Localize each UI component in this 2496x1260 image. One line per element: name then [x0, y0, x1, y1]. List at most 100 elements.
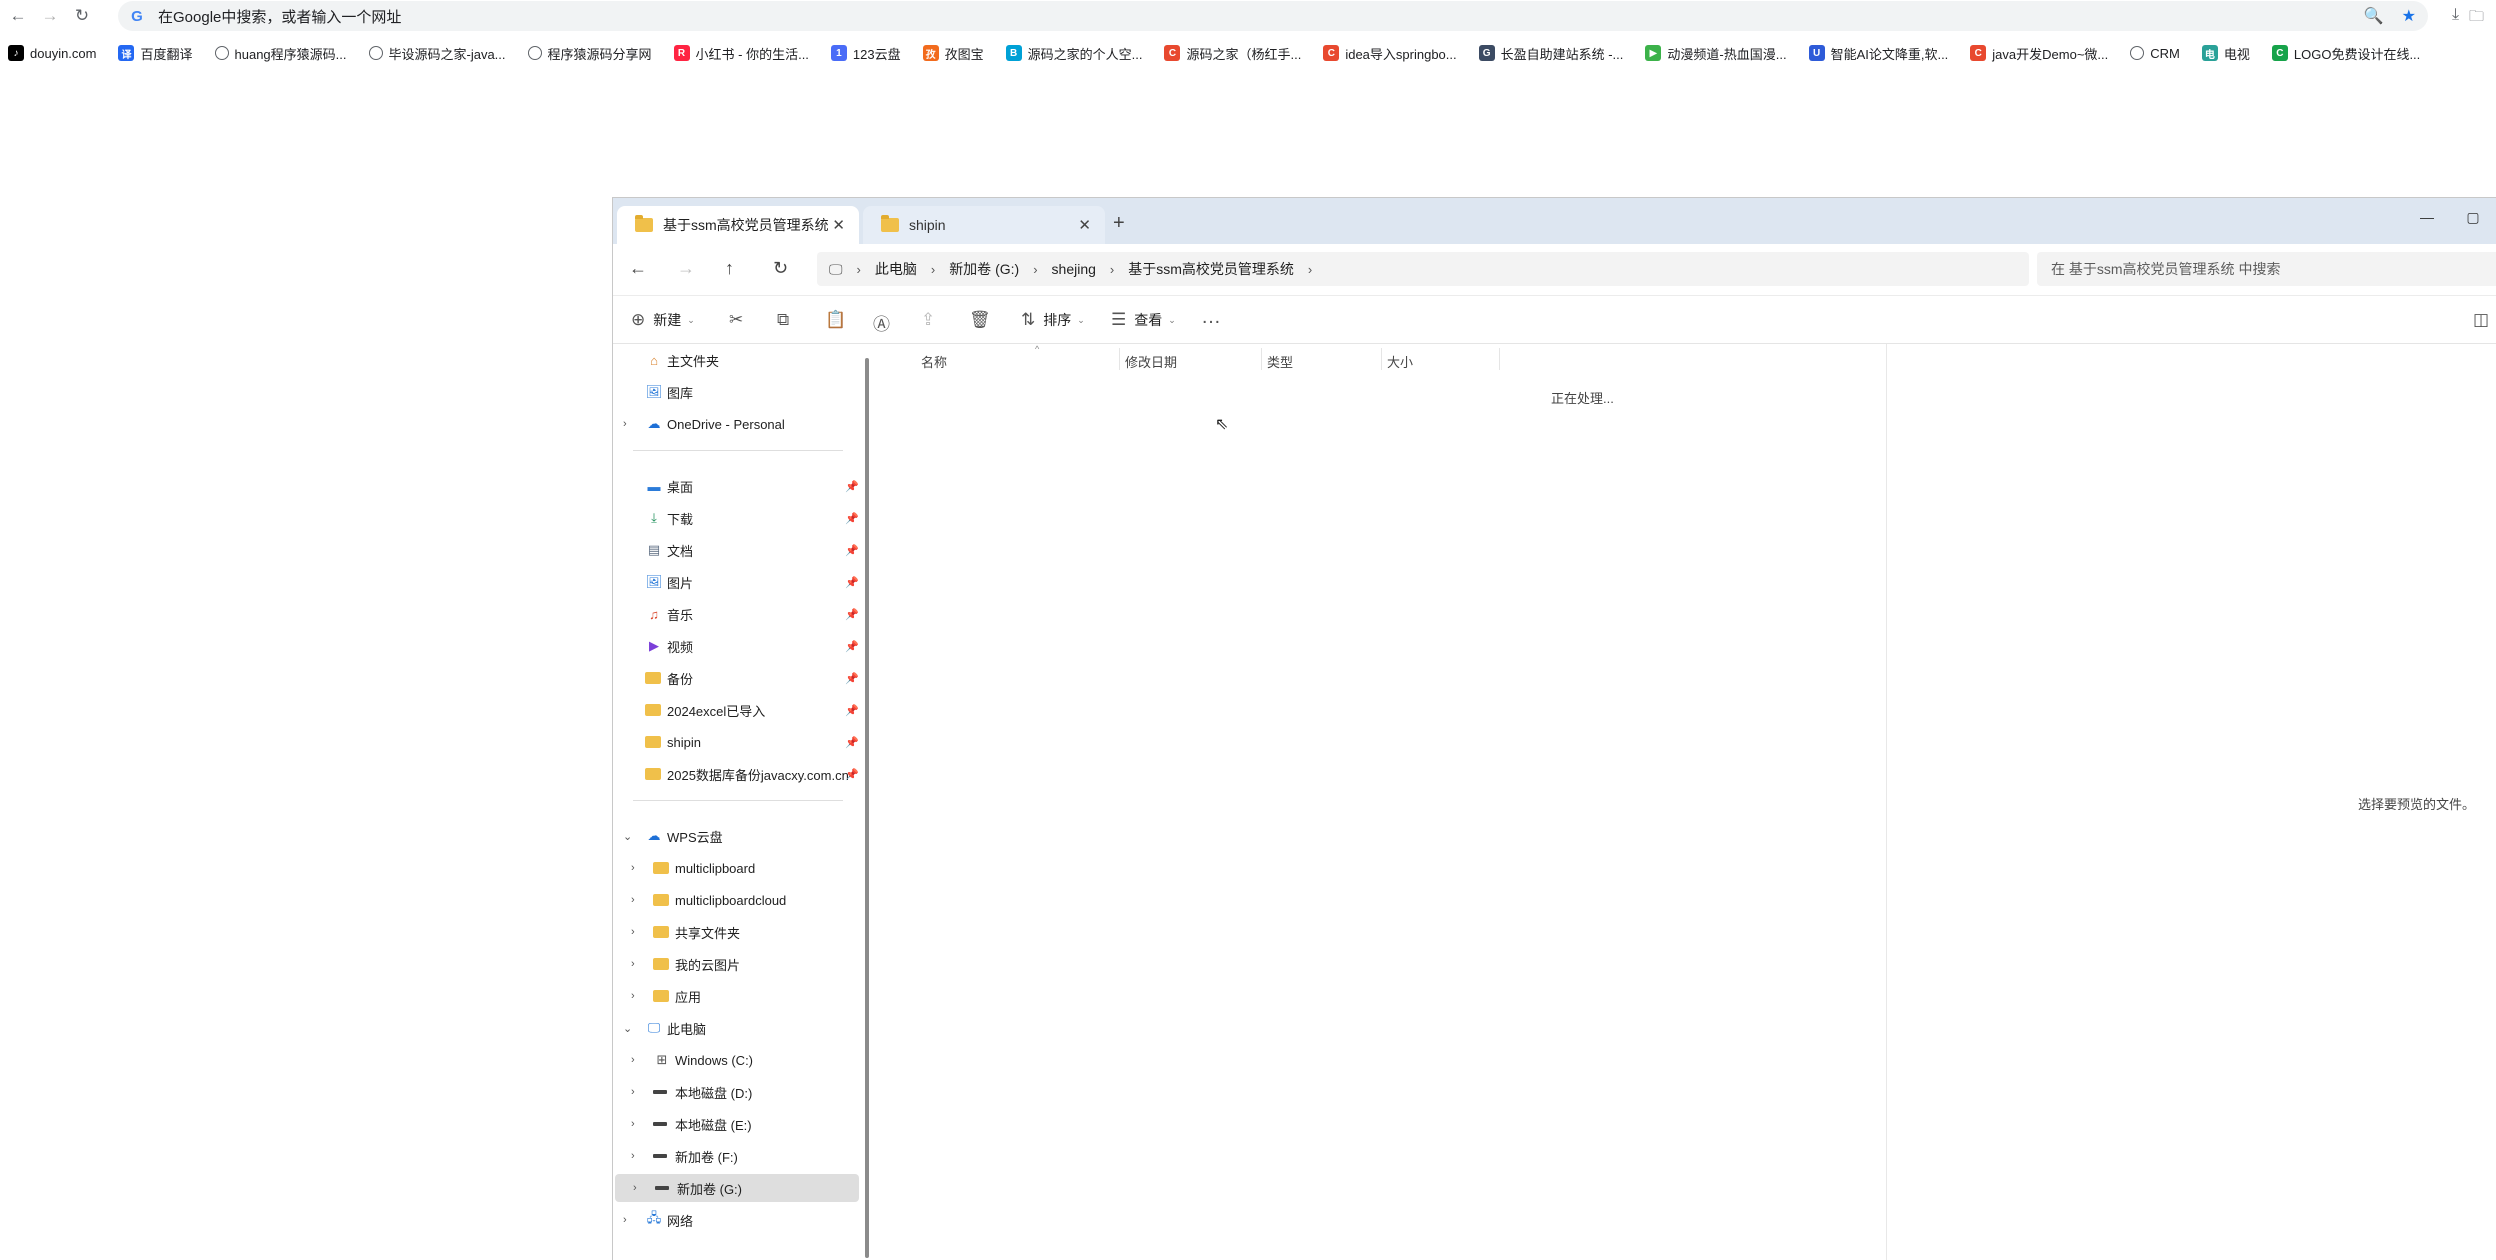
- bookmark-item[interactable]: ♪ douyin.com: [8, 45, 96, 61]
- column-divider[interactable]: [1499, 348, 1500, 370]
- column-divider[interactable]: [1261, 348, 1262, 370]
- chevron-right-icon[interactable]: ›: [623, 418, 627, 430]
- column-divider[interactable]: [1381, 348, 1382, 370]
- bookmark-item[interactable]: ▶ 动漫频道-热血国漫...: [1645, 44, 1787, 63]
- bookmark-item[interactable]: U 智能AI论文降重,软...: [1808, 44, 1948, 63]
- bookmark-item[interactable]: B 源码之家的个人空...: [1005, 44, 1142, 63]
- back-arrow-icon[interactable]: ←: [629, 258, 647, 279]
- up-arrow-icon[interactable]: ↑: [725, 258, 734, 279]
- reload-icon[interactable]: ↻: [68, 2, 96, 30]
- forward-arrow-icon[interactable]: →: [36, 2, 64, 30]
- rename-icon[interactable]: Ⓐ: [873, 310, 890, 335]
- maximize-icon[interactable]: ▢: [2450, 202, 2496, 232]
- refresh-icon[interactable]: ↻: [773, 258, 788, 279]
- chevron-right-icon[interactable]: ›: [631, 1118, 635, 1130]
- share-icon[interactable]: ⇪: [921, 310, 935, 330]
- chevron-right-icon[interactable]: ›: [1110, 262, 1114, 277]
- nav-item-home[interactable]: ⌂ 主文件夹: [613, 346, 859, 374]
- nav-item-quick-access[interactable]: ♫ 音乐 📌: [613, 600, 859, 628]
- bookmark-item[interactable]: C 源码之家（杨红手...: [1164, 44, 1301, 63]
- copy-icon[interactable]: ⧉: [777, 310, 789, 330]
- bookmark-item[interactable]: 程序猿源码分享网: [527, 44, 652, 63]
- bookmark-item[interactable]: G 长盈自助建站系统 -...: [1478, 44, 1623, 63]
- nav-item-quick-access[interactable]: ⤓ 下载 📌: [613, 504, 859, 532]
- forward-arrow-icon[interactable]: →: [677, 258, 695, 279]
- chevron-right-icon[interactable]: ›: [1033, 262, 1037, 277]
- column-header-size[interactable]: 大小: [1387, 352, 1413, 371]
- nav-item-network[interactable]: › 🖧 网络: [613, 1206, 859, 1234]
- nav-item-wps-folder[interactable]: › 我的云图片: [613, 950, 859, 978]
- nav-item-quick-access[interactable]: ▬ 桌面 📌: [613, 472, 860, 500]
- breadcrumb-drive-g[interactable]: 新加卷 (G:): [949, 259, 1019, 279]
- bookmark-item[interactable]: huang程序猿源码...: [214, 44, 347, 63]
- breadcrumb[interactable]: 🖵 › 此电脑 › 新加卷 (G:) › shejing › 基于ssm高校党员…: [817, 252, 2029, 286]
- tab-current-folder[interactable]: 基于ssm高校党员管理系统 ✕: [617, 206, 859, 244]
- nav-item-this-pc[interactable]: ⌄ 🖵 此电脑: [613, 1014, 859, 1042]
- bookmark-item[interactable]: Cjava开发Demo~微...: [1970, 44, 2108, 63]
- chevron-right-icon[interactable]: ›: [931, 262, 935, 277]
- nav-item-quick-access[interactable]: 2025数据库备份javacxy.com.cn 📌: [613, 760, 859, 788]
- chevron-right-icon[interactable]: ›: [631, 862, 635, 874]
- close-tab-icon[interactable]: ✕: [832, 216, 845, 234]
- search-input[interactable]: 在 基于ssm高校党员管理系统 中搜索: [2037, 252, 2496, 286]
- nav-item-drive[interactable]: › ⊞ Windows (C:): [613, 1046, 859, 1074]
- nav-item-drive[interactable]: › 本地磁盘 (E:): [613, 1110, 859, 1138]
- new-tab-plus-icon[interactable]: +: [1113, 212, 1125, 235]
- bookmark-item[interactable]: 毕设源码之家-java...: [368, 44, 506, 63]
- chevron-right-icon[interactable]: ›: [857, 262, 861, 277]
- nav-item-drive[interactable]: › 本地磁盘 (D:): [613, 1078, 859, 1106]
- bookmark-item[interactable]: 电电视: [2201, 44, 2250, 63]
- chevron-right-icon[interactable]: ›: [631, 990, 635, 1002]
- zoom-icon[interactable]: 🔍: [2364, 6, 2384, 26]
- breadcrumb-shejing[interactable]: shejing: [1052, 261, 1096, 277]
- minimize-icon[interactable]: —: [2404, 202, 2450, 232]
- chevron-right-icon[interactable]: ›: [631, 926, 635, 938]
- nav-item-quick-access[interactable]: 🖼 图片 📌: [613, 568, 859, 596]
- back-arrow-icon[interactable]: ←: [4, 2, 32, 30]
- omnibox[interactable]: G 在Google中搜索，或者输入一个网址 🔍 ★: [118, 1, 2428, 31]
- nav-item-onedrive[interactable]: › ☁ OneDrive - Personal: [613, 410, 859, 438]
- nav-item-quick-access[interactable]: ▤ 文档 📌: [613, 536, 859, 564]
- bookmark-item[interactable]: R 小红书 - 你的生活...: [673, 44, 809, 63]
- chevron-down-icon[interactable]: ⌄: [623, 1022, 632, 1035]
- chevron-right-icon[interactable]: ›: [1308, 262, 1312, 277]
- chevron-right-icon[interactable]: ›: [631, 894, 635, 906]
- column-header-name[interactable]: 名称: [921, 352, 947, 371]
- navigation-scrollbar[interactable]: [865, 358, 869, 1258]
- breadcrumb-this-pc[interactable]: 此电脑: [875, 259, 917, 279]
- bookmark-item[interactable]: 1 123云盘: [830, 44, 901, 63]
- chevron-right-icon[interactable]: ›: [631, 1054, 635, 1066]
- nav-item-wps-folder[interactable]: › 应用: [613, 982, 859, 1010]
- bookmark-item[interactable]: CRM: [2130, 46, 2180, 61]
- chevron-down-icon[interactable]: ⌄: [623, 830, 632, 843]
- nav-item-drive[interactable]: › 新加卷 (G:): [615, 1174, 859, 1202]
- bookmark-item[interactable]: 孜孜图宝: [922, 44, 984, 63]
- nav-item-wps-folder[interactable]: › multiclipboardcloud: [613, 886, 859, 914]
- chevron-right-icon[interactable]: ›: [631, 1086, 635, 1098]
- chevron-right-icon[interactable]: ›: [631, 1150, 635, 1162]
- cut-icon[interactable]: ✂: [729, 310, 743, 330]
- bookmark-item[interactable]: 译百度翻译: [118, 44, 193, 63]
- column-header-type[interactable]: 类型: [1267, 352, 1293, 371]
- delete-icon[interactable]: 🗑: [969, 310, 991, 330]
- chevron-right-icon[interactable]: ›: [623, 1214, 627, 1226]
- nav-item-wps-cloud[interactable]: ⌄ ☁ WPS云盘: [613, 822, 859, 850]
- nav-item-wps-folder[interactable]: › 共享文件夹: [613, 918, 859, 946]
- download-icon[interactable]: ⤓: [2452, 6, 2459, 24]
- column-divider[interactable]: [1119, 348, 1120, 370]
- nav-item-quick-access[interactable]: 备份 📌: [613, 664, 859, 692]
- details-pane-icon[interactable]: ◫: [2473, 310, 2489, 330]
- nav-item-quick-access[interactable]: ▶ 视频 📌: [613, 632, 859, 660]
- all-bookmarks-folder-icon[interactable]: 🗀: [2469, 6, 2484, 31]
- new-button[interactable]: ⊕ 新建 ⌄: [631, 310, 695, 330]
- close-tab-icon[interactable]: ✕: [1078, 216, 1091, 234]
- bookmark-item[interactable]: Cidea导入springbo...: [1323, 44, 1457, 63]
- column-header-modified[interactable]: 修改日期: [1125, 352, 1177, 371]
- bookmark-item[interactable]: C LOGO免费设计在线...: [2271, 44, 2420, 63]
- sort-button[interactable]: ⇅ 排序 ⌄: [1021, 310, 1085, 330]
- paste-icon[interactable]: 📋: [825, 310, 846, 330]
- nav-item-quick-access[interactable]: shipin 📌: [613, 728, 859, 756]
- chevron-right-icon[interactable]: ›: [633, 1182, 637, 1194]
- tab-shipin[interactable]: shipin ✕: [863, 206, 1105, 244]
- chevron-right-icon[interactable]: ›: [631, 958, 635, 970]
